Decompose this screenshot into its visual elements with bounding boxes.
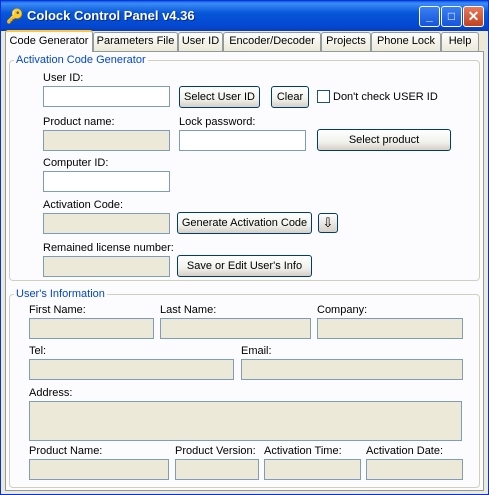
tab-user-id[interactable]: User ID xyxy=(178,32,223,51)
user-information-group: User's Information First Name: Last Name… xyxy=(9,288,480,488)
activation-group-title: Activation Code Generator xyxy=(14,54,148,66)
address-field xyxy=(29,401,462,441)
activation-code-label: Activation Code: xyxy=(43,199,124,211)
save-edit-user-info-button[interactable]: Save or Edit User's Info xyxy=(177,255,312,277)
product-name-label: Product name: xyxy=(43,116,115,128)
app-key-icon: 🔑 xyxy=(6,8,24,24)
company-label: Company: xyxy=(317,304,368,316)
activation-time-field xyxy=(264,459,361,480)
maximize-button[interactable]: □ xyxy=(441,6,462,27)
last-name-field xyxy=(160,318,311,339)
tab-projects[interactable]: Projects xyxy=(321,32,371,51)
computer-id-field[interactable] xyxy=(43,171,170,192)
company-field xyxy=(317,318,463,339)
activation-date-label: Activation Date: xyxy=(366,445,444,457)
address-label: Address: xyxy=(29,387,73,399)
product-version-field xyxy=(175,459,259,480)
product-version-label: Product Version: xyxy=(175,445,256,457)
lock-password-label: Lock password: xyxy=(179,116,256,128)
product-name-field xyxy=(43,130,170,151)
dont-check-user-id-label: Don't check USER ID xyxy=(333,91,438,103)
dont-check-user-id-checkbox[interactable] xyxy=(317,90,330,103)
tel-label: Tel: xyxy=(29,345,47,357)
tab-phone-lock[interactable]: Phone Lock xyxy=(371,32,441,51)
tab-parameters-file[interactable]: Parameters File xyxy=(93,32,178,51)
tab-help[interactable]: Help xyxy=(441,32,479,51)
user-id-label: User ID: xyxy=(43,72,84,84)
main-window: 🔑 Colock Control Panel v4.36 _ □ ✕ Code … xyxy=(0,0,489,495)
product-name-info-label: Product Name: xyxy=(29,445,103,457)
tab-encoder-decoder[interactable]: Encoder/Decoder xyxy=(223,32,321,51)
user-info-group-title: User's Information xyxy=(14,288,107,300)
activation-code-generator-group: Activation Code Generator User ID: Selec… xyxy=(9,54,480,281)
title-bar[interactable]: 🔑 Colock Control Panel v4.36 _ □ ✕ xyxy=(1,1,488,31)
activation-time-label: Activation Time: xyxy=(264,445,342,457)
user-id-field[interactable] xyxy=(43,86,170,107)
close-button[interactable]: ✕ xyxy=(463,6,484,27)
lock-password-field[interactable] xyxy=(179,130,306,151)
code-generator-panel: Activation Code Generator User ID: Selec… xyxy=(5,51,484,491)
clear-button[interactable]: Clear xyxy=(271,86,309,108)
first-name-label: First Name: xyxy=(29,304,86,316)
select-user-id-button[interactable]: Select User ID xyxy=(179,86,260,108)
activation-code-field xyxy=(43,213,170,234)
window-title: Colock Control Panel v4.36 xyxy=(27,8,195,23)
first-name-field xyxy=(29,318,154,339)
email-label: Email: xyxy=(241,345,272,357)
computer-id-label: Computer ID: xyxy=(43,157,109,169)
minimize-button[interactable]: _ xyxy=(419,6,440,27)
last-name-label: Last Name: xyxy=(160,304,217,316)
down-arrow-icon[interactable]: ⇩ xyxy=(318,213,338,233)
product-name-info-field xyxy=(29,459,169,480)
email-field xyxy=(241,359,463,380)
remained-license-field xyxy=(43,256,170,277)
tel-field xyxy=(29,359,234,380)
select-product-button[interactable]: Select product xyxy=(317,129,451,151)
activation-date-field xyxy=(366,459,463,480)
remained-license-label: Remained license number: xyxy=(43,242,174,254)
tab-code-generator[interactable]: Code Generator xyxy=(5,30,93,52)
generate-activation-code-button[interactable]: Generate Activation Code xyxy=(177,212,312,234)
